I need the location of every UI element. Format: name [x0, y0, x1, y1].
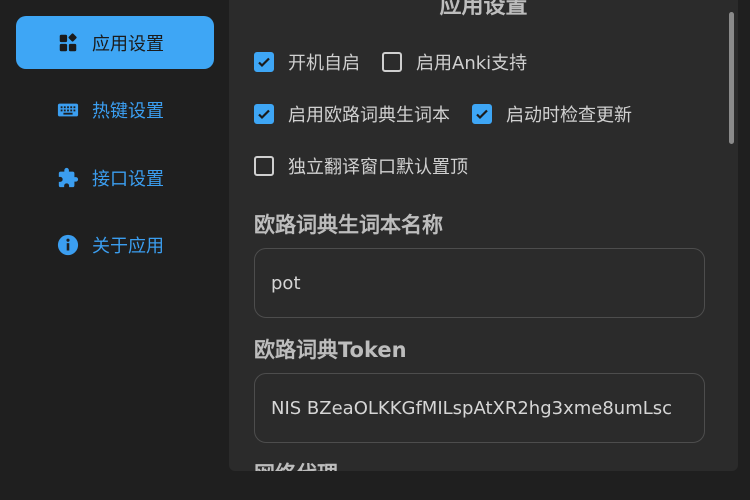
autostart-checkbox[interactable]: 开机自启: [254, 49, 360, 75]
eudic-wordbook-checkbox[interactable]: 启用欧路词典生词本: [254, 101, 450, 127]
anki-checkbox[interactable]: 启用Anki支持: [382, 49, 527, 75]
sidebar-item-service-settings[interactable]: 接口设置: [16, 151, 214, 204]
checkbox-label: 启用Anki支持: [416, 53, 528, 74]
sidebar-item-label: 应用设置: [92, 33, 164, 55]
sidebar-item-hotkey-settings[interactable]: 热键设置: [16, 83, 214, 136]
page-title: 应用设置: [439, 0, 528, 19]
info-icon: [56, 233, 80, 257]
checkbox-label: 开机自启: [288, 53, 360, 74]
proxy-label: 网络代理: [254, 458, 338, 471]
sidebar-item-about[interactable]: 关于应用: [16, 218, 214, 271]
checkbox-row: 启用欧路词典生词本 启动时检查更新: [254, 99, 654, 129]
sidebar-item-app-settings[interactable]: 应用设置: [16, 16, 214, 69]
checkbox-label: 独立翻译窗口默认置顶: [288, 157, 468, 178]
eudic-token-input[interactable]: [255, 374, 704, 442]
sidebar-item-label: 接口设置: [92, 168, 164, 190]
checkbox-unchecked-icon[interactable]: [254, 156, 274, 176]
checkbox-row: 独立翻译窗口默认置顶: [254, 151, 490, 181]
checkbox-row: 开机自启 启用Anki支持: [254, 47, 549, 77]
eudic-name-field[interactable]: [254, 248, 705, 318]
widgets-icon: [56, 31, 80, 55]
scrollbar-thumb[interactable]: [729, 12, 734, 144]
settings-panel: 应用设置 开机自启 启用Anki支持 启用欧路词典生词本 启动时检查更新 独立翻…: [229, 0, 738, 471]
sidebar: 应用设置 热键设置 接口设置 关于应用: [0, 0, 230, 500]
window-on-top-checkbox[interactable]: 独立翻译窗口默认置顶: [254, 153, 468, 179]
checkbox-checked-icon[interactable]: [254, 104, 274, 124]
eudic-token-field[interactable]: [254, 373, 705, 443]
checkbox-label: 启用欧路词典生词本: [288, 105, 450, 126]
sidebar-item-label: 关于应用: [92, 235, 164, 257]
checkbox-unchecked-icon[interactable]: [382, 52, 402, 72]
keyboard-icon: [56, 98, 80, 122]
checkbox-label: 启动时检查更新: [506, 105, 632, 126]
puzzle-icon: [56, 166, 80, 190]
sidebar-item-label: 热键设置: [92, 100, 164, 122]
eudic-name-label: 欧路词典生词本名称: [254, 213, 443, 237]
checkbox-checked-icon[interactable]: [472, 104, 492, 124]
check-update-checkbox[interactable]: 启动时检查更新: [472, 101, 632, 127]
eudic-name-input[interactable]: [255, 249, 704, 317]
checkbox-checked-icon[interactable]: [254, 52, 274, 72]
eudic-token-label: 欧路词典Token: [254, 338, 407, 362]
